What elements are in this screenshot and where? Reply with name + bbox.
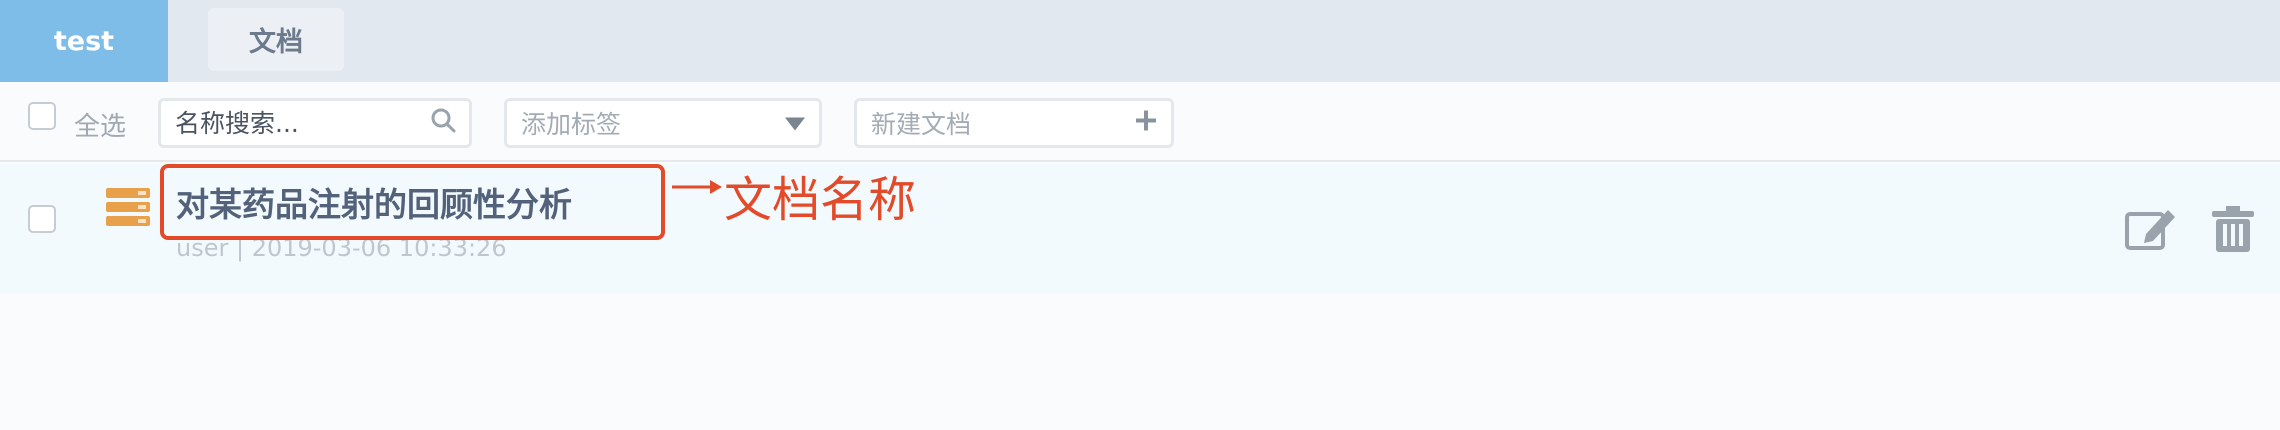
- document-checkbox[interactable]: [28, 205, 56, 233]
- new-document-field[interactable]: 新建文档: [854, 98, 1174, 148]
- tab-documents-label: 文档: [249, 27, 303, 58]
- edit-icon[interactable]: [2124, 206, 2178, 256]
- tab-documents[interactable]: 文档: [208, 8, 344, 71]
- select-all-label: 全选: [74, 112, 127, 142]
- stack-icon: [106, 188, 150, 230]
- annotation-label: 文档名称: [724, 172, 917, 228]
- caret-down-icon[interactable]: [785, 109, 805, 138]
- tab-test[interactable]: test: [0, 0, 168, 82]
- annotation-highlight-box: [160, 164, 665, 240]
- search-field: [158, 98, 472, 148]
- top-tab-bar: test 文档: [0, 0, 2280, 82]
- tag-select-placeholder: 添加标签: [521, 110, 622, 139]
- toolbar: 全选 添加标签 新建文档: [0, 82, 2280, 162]
- search-input[interactable]: [175, 108, 415, 138]
- new-document-placeholder: 新建文档: [871, 110, 972, 139]
- plus-icon[interactable]: [1135, 109, 1157, 138]
- tag-select[interactable]: 添加标签: [504, 98, 822, 148]
- search-icon[interactable]: [429, 106, 457, 140]
- select-all-checkbox[interactable]: [28, 102, 56, 130]
- tab-test-label: test: [53, 25, 115, 57]
- arrow-right-icon: [672, 177, 722, 201]
- trash-icon[interactable]: [2212, 206, 2254, 256]
